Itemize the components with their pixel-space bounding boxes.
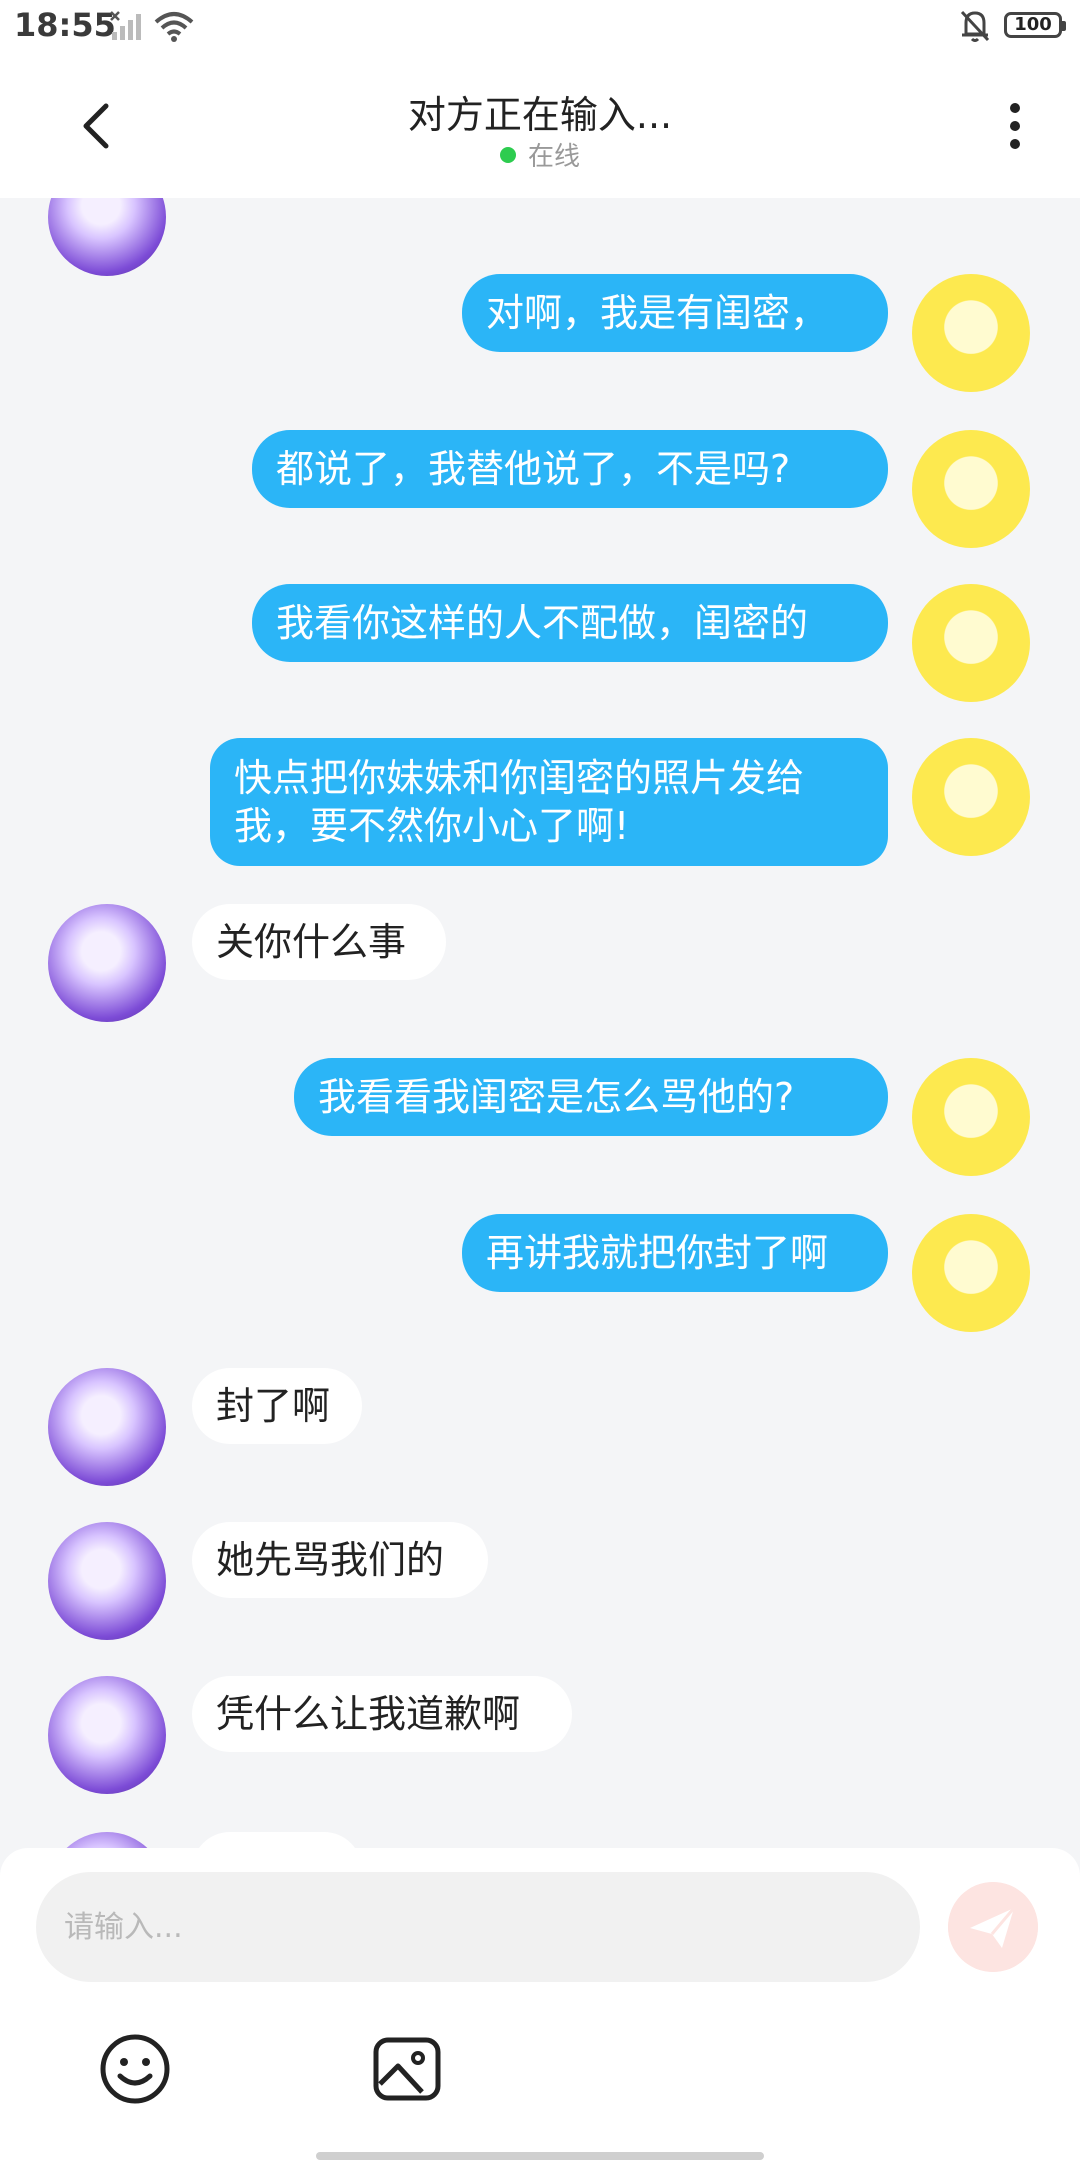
message-list[interactable]: 对啊，我是有闺密， 都说了，我替他说了，不是吗? 我看你这样的人不配做，闺密的 … — [0, 198, 1080, 1848]
composer — [0, 1848, 1080, 2160]
send-button[interactable] — [948, 1882, 1038, 1972]
status-time: 18:55 — [14, 6, 116, 44]
message-input[interactable] — [36, 1872, 920, 1982]
home-indicator[interactable] — [316, 2152, 764, 2160]
battery-icon: 100 — [1004, 12, 1066, 38]
message-bubble-outgoing[interactable]: 都说了，我替他说了，不是吗? — [252, 430, 888, 508]
message-bubble-incoming[interactable]: 封了啊 — [192, 1368, 362, 1444]
message-row: 凭什么让我道歉啊 — [0, 1676, 1080, 1796]
message-bubble-outgoing[interactable]: 我看看我闺密是怎么骂他的? — [294, 1058, 888, 1136]
message-bubble-outgoing[interactable]: 我看你这样的人不配做，闺密的 — [252, 584, 888, 662]
contact-avatar[interactable] — [48, 904, 166, 1022]
my-avatar[interactable] — [912, 738, 1030, 856]
message-text-line: 我，要不然你小心了啊! — [234, 804, 630, 848]
contact-avatar[interactable] — [48, 1368, 166, 1486]
message-row: 我看看我闺密是怎么骂他的? — [0, 1058, 1080, 1178]
message-row: 关你什么事 — [0, 904, 1080, 1024]
contact-avatar[interactable] — [48, 1676, 166, 1794]
emoji-icon[interactable] — [98, 2032, 172, 2106]
my-avatar[interactable] — [912, 584, 1030, 702]
message-row: 我看你这样的人不配做，闺密的 — [0, 584, 1080, 704]
message-row: 快点把你妹妹和你闺密的照片发给 我，要不然你小心了啊! — [0, 738, 1080, 868]
message-bubble-outgoing[interactable]: 再讲我就把你封了啊 — [462, 1214, 888, 1292]
message-row: 都说了，我替他说了，不是吗? — [0, 430, 1080, 550]
online-status-label: 在线 — [527, 142, 580, 172]
contact-avatar[interactable] — [48, 198, 166, 276]
chat-header: 对方正在输入... 在线 — [0, 56, 1080, 198]
message-row: 对啊，我是有闺密， — [0, 274, 1080, 394]
message-row: 她先骂我们的 — [0, 1522, 1080, 1642]
message-bubble-outgoing[interactable]: 快点把你妹妹和你闺密的照片发给 我，要不然你小心了啊! — [210, 738, 888, 866]
message-text-line: 快点把你妹妹和你闺密的照片发给 — [234, 756, 805, 800]
my-avatar[interactable] — [912, 274, 1030, 392]
image-icon[interactable] — [370, 2032, 444, 2106]
online-status: 在线 — [0, 136, 1080, 173]
my-avatar[interactable] — [912, 1058, 1030, 1176]
signal-icon — [110, 11, 141, 40]
online-dot-icon — [499, 146, 516, 163]
contact-avatar[interactable] — [48, 1522, 166, 1640]
message-bubble-incoming[interactable]: 凭什么让我道歉啊 — [192, 1676, 572, 1752]
message-bubble-incoming[interactable]: 她先骂我们的 — [192, 1522, 488, 1598]
more-options-button[interactable] — [1000, 96, 1030, 156]
message-row: 再讲我就把你封了啊 — [0, 1214, 1080, 1334]
chat-title: 对方正在输入... — [407, 93, 673, 137]
status-bar: 18:55 100 — [0, 0, 1080, 56]
my-avatar[interactable] — [912, 430, 1030, 548]
message-bubble-incoming[interactable] — [192, 1832, 362, 1848]
wifi-icon — [154, 12, 194, 42]
message-bubble-outgoing[interactable]: 对啊，我是有闺密， — [462, 274, 888, 352]
my-avatar[interactable] — [912, 1214, 1030, 1332]
message-bubble-incoming[interactable]: 关你什么事 — [192, 904, 446, 980]
contact-avatar[interactable] — [48, 1832, 166, 1848]
message-row: 封了啊 — [0, 1368, 1080, 1488]
mute-bell-icon — [960, 10, 990, 42]
